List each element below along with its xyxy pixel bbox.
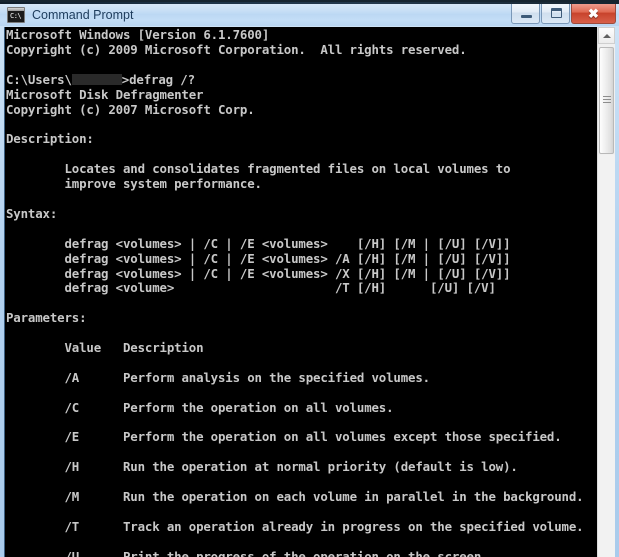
parameter-description: Run the operation at normal priority (de… — [122, 459, 518, 475]
redacted-username — [71, 73, 122, 85]
parameters-column-value: Value — [64, 340, 102, 356]
parameter-description: Print the progress of the operation on t… — [122, 548, 489, 557]
parameter-description: Perform the operation on all volumes exc… — [122, 429, 562, 445]
console-client-area: Microsoft Windows [Version 6.1.7600] Cop… — [4, 27, 615, 557]
syntax-line-0: defrag <volumes> | /C | /E <volumes> [/H… — [6, 235, 511, 251]
close-icon: ✖ — [588, 6, 599, 21]
parameter-value: /A — [64, 369, 80, 385]
prompt-suffix: > — [121, 71, 130, 87]
description-line-1: improve system performance. — [6, 176, 262, 192]
parameter-value: /C — [64, 399, 80, 415]
banner-line-0: Microsoft Windows [Version 6.1.7600] — [6, 27, 270, 42]
command-prompt-icon[interactable]: C:\ — [7, 7, 25, 23]
window-title: Command Prompt — [32, 8, 134, 22]
product-header-line-0: Microsoft Disk Defragmenter — [6, 86, 204, 102]
syntax-line-3: defrag <volume> /T [/H] [/U] [/V] — [6, 280, 496, 296]
syntax-line-2: defrag <volumes> | /C | /E <volumes> /X … — [6, 265, 511, 281]
icon-title-stripe — [8, 8, 24, 11]
parameter-description: Perform analysis on the specified volume… — [122, 369, 430, 385]
title-bar[interactable]: C:\ Command Prompt ✖ — [0, 0, 619, 26]
product-header-line-1: Copyright (c) 2007 Microsoft Corp. — [6, 101, 255, 117]
window-controls: ✖ — [510, 3, 616, 24]
scroll-track[interactable] — [598, 155, 615, 557]
scroll-thumb[interactable] — [599, 47, 614, 154]
chevron-up-icon — [603, 34, 611, 38]
command-prompt-window: C:\ Command Prompt ✖ Microsoft Windows [… — [0, 0, 619, 557]
syntax-heading: Syntax: — [6, 205, 58, 221]
parameter-description: Track an operation already in progress o… — [122, 518, 584, 534]
parameter-description: Perform the operation on all volumes. — [122, 399, 394, 415]
maximize-icon — [551, 8, 562, 18]
minimize-icon — [521, 15, 532, 18]
close-button[interactable]: ✖ — [571, 3, 616, 24]
description-heading: Description: — [6, 131, 94, 147]
description-line-0: Locates and consolidates fragmented file… — [6, 161, 511, 177]
parameters-column-description: Description — [122, 340, 204, 356]
icon-prompt-glyph: C:\ — [10, 12, 22, 20]
scroll-thumb-grip-icon — [603, 96, 611, 103]
console-text-block: Microsoft Windows [Version 6.1.7600] Cop… — [6, 27, 597, 557]
parameters-heading: Parameters: — [6, 310, 87, 326]
banner-line-1: Copyright (c) 2009 Microsoft Corporation… — [6, 41, 467, 57]
syntax-line-1: defrag <volumes> | /C | /E <volumes> /A … — [6, 250, 511, 266]
scroll-up-arrow[interactable] — [598, 27, 615, 44]
prompt-prefix: C:\Users\ — [6, 71, 72, 87]
parameter-description: Run the operation on each volume in para… — [122, 489, 584, 505]
entered-command: defrag /? — [129, 71, 195, 87]
parameter-value: /M — [64, 489, 80, 505]
parameter-value: /H — [64, 459, 80, 475]
maximize-button[interactable] — [541, 3, 570, 24]
vertical-scrollbar[interactable] — [597, 27, 615, 557]
parameter-value: /U — [64, 548, 80, 557]
parameter-value: /T — [64, 518, 80, 534]
console-output[interactable]: Microsoft Windows [Version 6.1.7600] Cop… — [5, 27, 597, 557]
parameter-value: /E — [64, 429, 80, 445]
minimize-button[interactable] — [511, 3, 540, 24]
